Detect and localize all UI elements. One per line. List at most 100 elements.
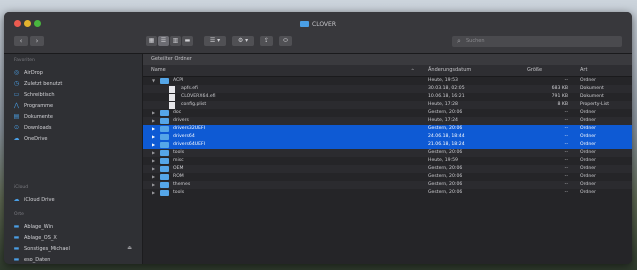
file-kind: Ordner [580, 150, 596, 155]
column-name[interactable]: Name [151, 65, 166, 76]
window-title-text: CLOVER [312, 21, 336, 28]
sidebar-item[interactable]: ▬ Sonstiges_Michael ⏏ [12, 243, 138, 254]
table-row[interactable]: ▶ drivers32UEFI Gestern, 20:06 -- Ordner [143, 125, 632, 133]
table-row[interactable]: ▶ drivers64 24.06.18, 18:44 -- Ordner [143, 133, 632, 141]
file-date: Gestern, 20:06 [428, 150, 463, 155]
disclosure-open-icon[interactable]: ▼ [152, 77, 155, 85]
file-name: config.plist [181, 102, 207, 107]
nav-buttons: ‹ › [14, 36, 44, 46]
file-size: -- [564, 190, 568, 195]
sidebar-header-favorites: Favoriten [14, 58, 35, 63]
file-kind: Ordner [580, 166, 596, 171]
sidebar-item[interactable]: ▭ Schreibtisch [12, 89, 138, 100]
sidebar-item[interactable]: ◷ Zuletzt benutzt [12, 78, 138, 89]
table-row[interactable]: ▶ tools Gestern, 20:06 -- Ordner [143, 189, 632, 197]
file-name: tools [173, 190, 185, 195]
file-date: 30.03.18, 02:05 [428, 86, 465, 91]
table-row[interactable]: config.plist Heute, 17:28 8 KB Property-Lis… [143, 101, 632, 109]
sidebar-item[interactable]: ▬ Ablage_Win [12, 221, 138, 232]
folder-icon [160, 142, 169, 148]
file-date: Gestern, 20:06 [428, 166, 463, 171]
folder-icon [160, 78, 169, 84]
file-name: drivers64UEFI [173, 142, 206, 147]
disclosure-closed-icon[interactable]: ▶ [152, 149, 155, 157]
sidebar-item-label: OneDrive [24, 136, 48, 142]
table-row[interactable]: ▶ doc Gestern, 20:06 -- Ordner [143, 109, 632, 117]
sidebar-item-label: Ablage_Win [24, 224, 54, 230]
disclosure-closed-icon[interactable]: ▶ [152, 133, 155, 141]
airdrop-icon: ◎ [13, 69, 20, 76]
disclosure-closed-icon[interactable]: ▶ [152, 181, 155, 189]
sidebar-item[interactable]: ▬ Ablage_OS_X [12, 232, 138, 243]
sidebar-item-label: Schreibtisch [24, 92, 55, 98]
table-row[interactable]: ▶ misc Heute, 19:59 -- Ordner [143, 157, 632, 165]
title-bar: CLOVER ‹ › ▦ ☰ ▥ ▬ ☰ ▾ ⚙ ▾ ⇪ ⬭ ⌕ Suchen [4, 12, 632, 54]
sidebar-item[interactable]: ☁ iCloud Drive [12, 194, 138, 205]
sidebar-item-label: Sonstiges_Michael [24, 246, 70, 252]
file-date: Heute, 17:24 [428, 118, 458, 123]
file-date: Gestern, 20:06 [428, 110, 463, 115]
column-kind[interactable]: Art [580, 65, 587, 76]
folder-icon [300, 21, 309, 27]
disclosure-closed-icon[interactable]: ▶ [152, 141, 155, 149]
sidebar-header-icloud: iCloud [14, 185, 29, 190]
tag-button[interactable]: ⬭ [279, 36, 292, 46]
file-size: -- [564, 174, 568, 179]
disclosure-closed-icon[interactable]: ▶ [152, 165, 155, 173]
folder-icon [160, 190, 169, 196]
column-size[interactable]: Größe [527, 65, 542, 76]
file-size: 683 KB [551, 86, 568, 91]
disclosure-closed-icon[interactable]: ▶ [152, 117, 155, 125]
file-name: drivers64 [173, 134, 195, 139]
apps-icon: ⋀ [14, 102, 19, 109]
disclosure-closed-icon[interactable]: ▶ [152, 109, 155, 117]
view-icons-button[interactable]: ▦ [146, 36, 157, 46]
sidebar-item-label: AirDrop [24, 70, 43, 76]
group-button[interactable]: ☰ ▾ [204, 36, 226, 46]
table-row[interactable]: ▶ tools Gestern, 20:06 -- Ordner [143, 149, 632, 157]
download-icon: ⊙ [13, 124, 20, 131]
view-gallery-button[interactable]: ▬ [182, 36, 193, 46]
eject-icon[interactable]: ⏏ [127, 243, 132, 254]
folder-icon [160, 110, 169, 116]
column-date[interactable]: Änderungsdatum [428, 65, 471, 76]
table-row[interactable]: apfs.efi 30.03.18, 02:05 683 KB Dokument [143, 85, 632, 93]
file-name: ACPI [173, 78, 184, 83]
sidebar-item-label: Programme [24, 103, 54, 109]
sidebar-item[interactable]: ◎ AirDrop [12, 67, 138, 78]
sidebar-header-places: Orte [14, 212, 24, 217]
file-date: 21.06.18, 18:24 [428, 142, 465, 147]
table-row[interactable]: CLOVERX64.efi 10.06.18, 16:21 791 KB Dokume… [143, 93, 632, 101]
view-columns-button[interactable]: ▥ [170, 36, 181, 46]
table-row[interactable]: ▶ ROM Gestern, 20:06 -- Ordner [143, 173, 632, 181]
sidebar-item[interactable]: ▬ eso_Daten [12, 254, 138, 264]
file-date: Gestern, 20:06 [428, 174, 463, 179]
disclosure-closed-icon[interactable]: ▶ [152, 173, 155, 181]
file-kind: Ordner [580, 78, 596, 83]
folder-icon [160, 166, 169, 172]
file-size: -- [564, 110, 568, 115]
file-kind: Ordner [580, 158, 596, 163]
share-button[interactable]: ⇪ [260, 36, 273, 46]
search-field[interactable]: ⌕ Suchen [452, 36, 622, 47]
sidebar-item[interactable]: ⋀ Programme [12, 100, 138, 111]
sidebar-item[interactable]: ☁ OneDrive [12, 133, 138, 144]
back-button[interactable]: ‹ [14, 36, 28, 46]
view-list-button[interactable]: ☰ [158, 36, 169, 46]
disclosure-closed-icon[interactable]: ▶ [152, 125, 155, 133]
clock-icon: ◷ [13, 80, 20, 87]
column-header: Name ^ Änderungsdatum Größe Art [143, 65, 632, 77]
table-row[interactable]: ▶ drivers64UEFI 21.06.18, 18:24 -- Ordner [143, 141, 632, 149]
action-button[interactable]: ⚙ ▾ [232, 36, 254, 46]
forward-button[interactable]: › [30, 36, 44, 46]
sidebar-item[interactable]: ⊙ Downloads [12, 122, 138, 133]
sidebar-item[interactable]: ▤ Dokumente [12, 111, 138, 122]
disclosure-closed-icon[interactable]: ▶ [152, 189, 155, 197]
table-row[interactable]: ▶ OEM Gestern, 20:06 -- Ordner [143, 165, 632, 173]
table-row[interactable]: ▶ drivers Heute, 17:24 -- Ordner [143, 117, 632, 125]
table-row[interactable]: ▼ ACPI Heute, 19:53 -- Ordner [143, 77, 632, 85]
folder-icon [160, 126, 169, 132]
table-row[interactable]: ▶ themes Gestern, 20:06 -- Ordner [143, 181, 632, 189]
folder-icon [160, 158, 169, 164]
disclosure-closed-icon[interactable]: ▶ [152, 157, 155, 165]
